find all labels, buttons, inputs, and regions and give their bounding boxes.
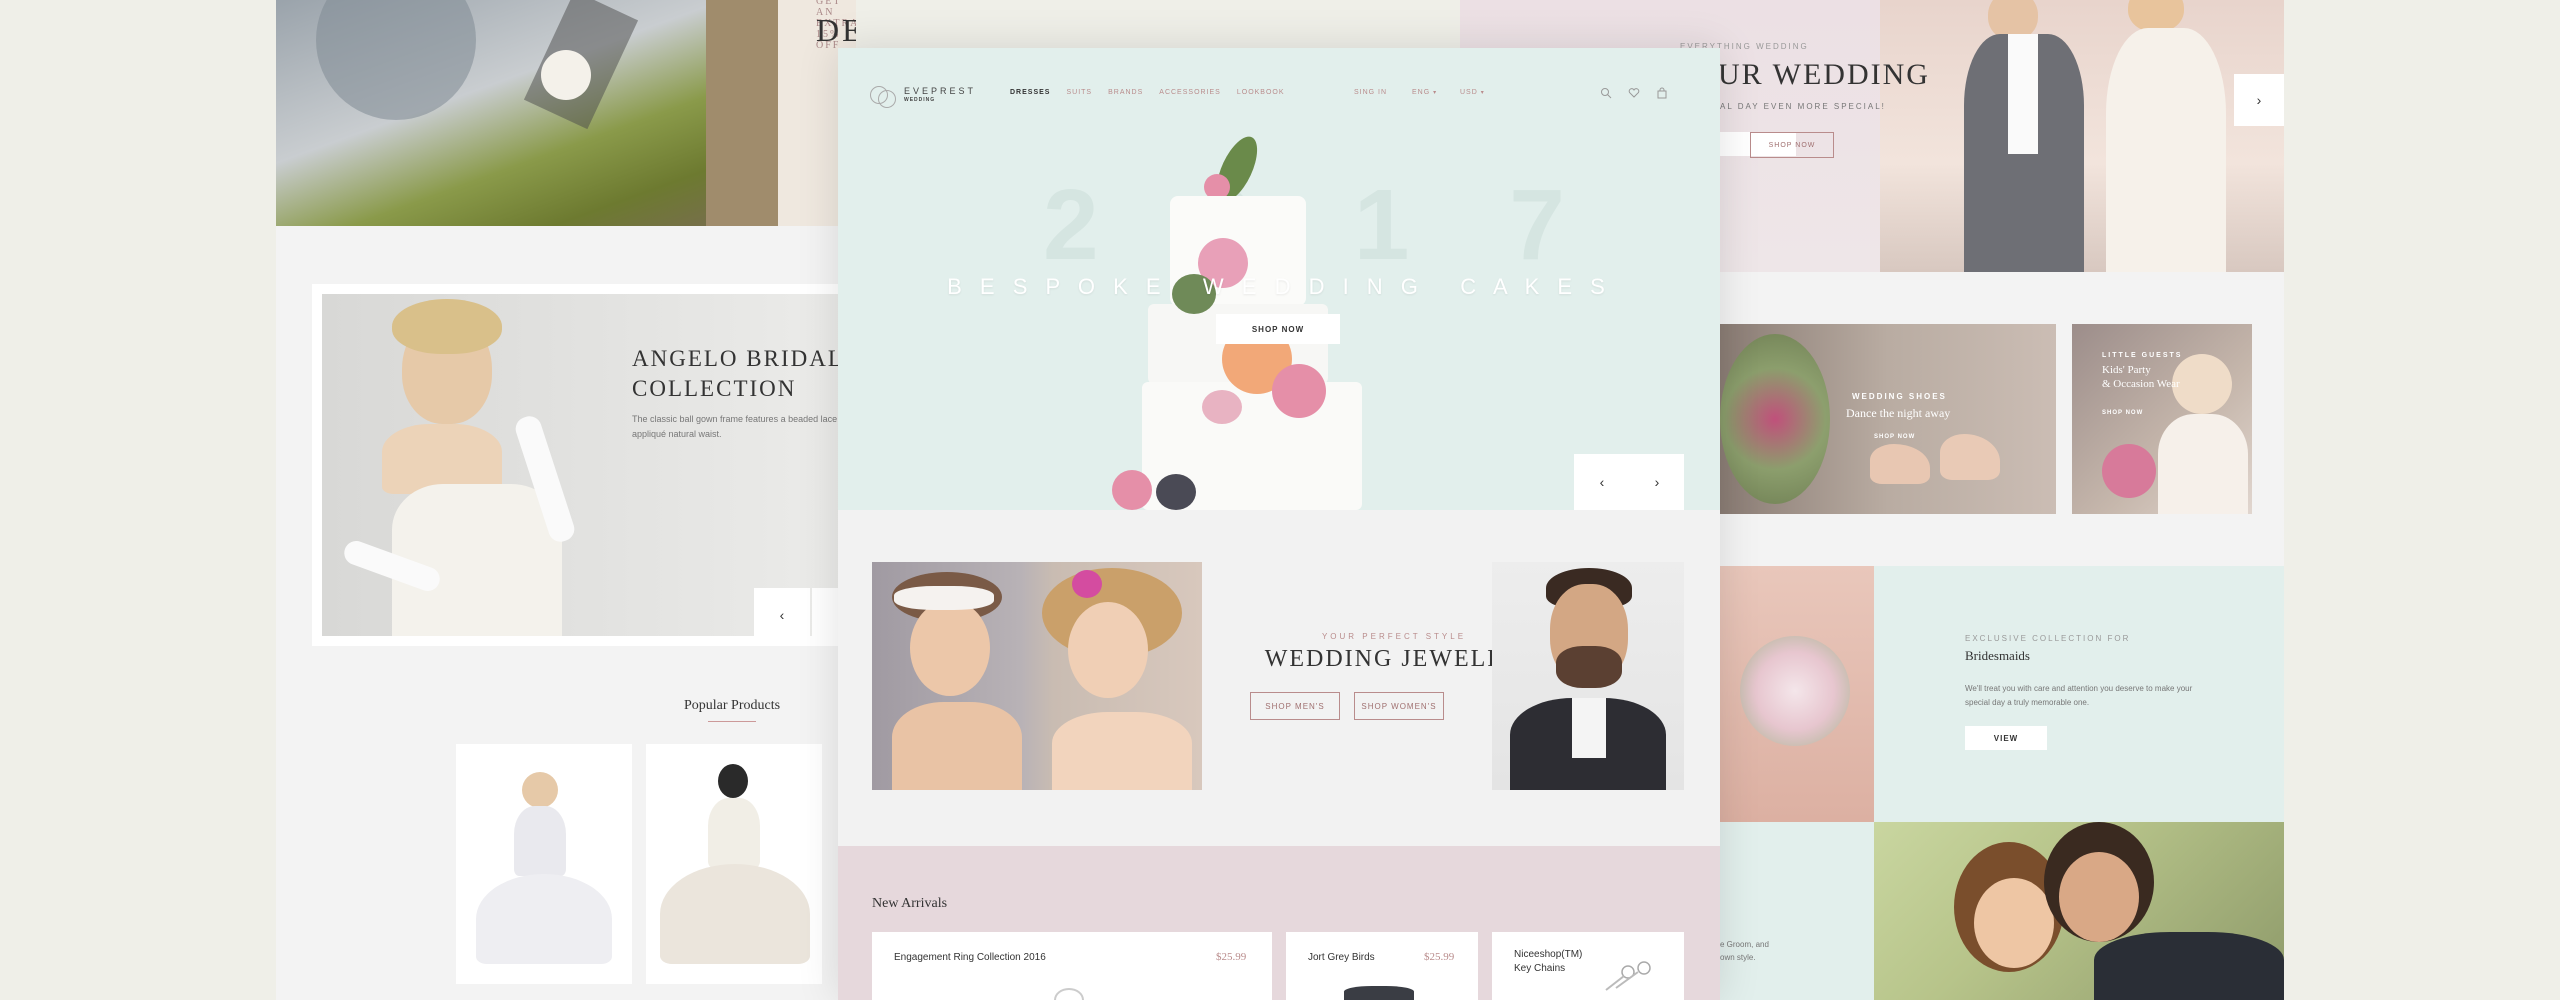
shoes-kicker: WEDDING SHOES: [1852, 392, 1947, 401]
nav-suits[interactable]: SUITS: [1066, 89, 1092, 96]
popular-products-heading: Popular Products: [684, 698, 781, 713]
chevron-left-icon: ‹: [779, 607, 785, 623]
brides-jewelry-photo: [872, 562, 1202, 790]
groom-portrait-photo: [1492, 562, 1684, 790]
product-card[interactable]: Engagement Ring Collection 2016 $25.99: [872, 932, 1272, 1000]
shoes-title: Dance the night away: [1846, 406, 1951, 420]
product-card[interactable]: Niceeshop(TM) Key Chains: [1492, 932, 1684, 1000]
wedding-cake-image: [1112, 114, 1428, 510]
sign-in-link[interactable]: SING IN: [1354, 89, 1387, 96]
chevron-right-icon: ›: [1654, 474, 1660, 490]
right-hero-shop-now-button[interactable]: SHOP NOW: [1750, 132, 1834, 158]
language-select[interactable]: ENG ▾: [1412, 89, 1437, 96]
groom-panel: [1720, 822, 1874, 1000]
nav-accessories[interactable]: ACCESSORIES: [1159, 89, 1221, 96]
currency-value: USD: [1460, 89, 1478, 96]
product-name: Jort Grey Birds: [1308, 952, 1375, 963]
guests-title-line2: & Occasion Wear: [2102, 378, 2180, 390]
new-arrivals-heading: New Arrivals: [872, 896, 948, 911]
guests-title-line1: Kids' Party: [2102, 364, 2151, 376]
wishlist-heart-icon[interactable]: [1628, 86, 1640, 98]
kissing-couple-photo: [1874, 822, 2284, 1000]
couple-photo: [1880, 0, 2284, 272]
groom-text-line2: own style.: [1720, 953, 1756, 962]
little-guests-tile[interactable]: LITTLE GUESTS Kids' Party & Occasion Wea…: [2072, 324, 2252, 514]
center-page: EVEPREST WEDDING DRESSES SUITS BRANDS AC…: [838, 48, 1720, 1000]
bridesmaid-photo: [1720, 566, 1874, 822]
hero-title: B E S P O K E W E D D I N G C A K E S: [947, 274, 1611, 299]
ring-icon: [1054, 988, 1084, 1000]
logo-sub: WEDDING: [904, 97, 936, 103]
left-page: GET AN EXTRA 15% OFF DECORATIONS ANGELO …: [276, 0, 856, 1000]
nav-dresses[interactable]: DRESSES: [1010, 89, 1050, 96]
bridesmaids-text: We'll treat you with care and attention …: [1965, 684, 2193, 707]
bridal-description: The classic ball gown frame features a b…: [632, 414, 838, 439]
hero-next-button[interactable]: ›: [1630, 454, 1684, 510]
chevron-right-icon: ›: [2256, 92, 2262, 108]
right-hero-next-button[interactable]: ›: [2234, 74, 2284, 126]
product-card[interactable]: [456, 744, 632, 984]
currency-select[interactable]: USD ▾: [1460, 89, 1485, 96]
bridesmaids-kicker: EXCLUSIVE COLLECTION FOR: [1965, 634, 2131, 643]
guests-kicker: LITTLE GUESTS: [2102, 352, 2183, 359]
bridal-title-line1: ANGELO BRIDAL: [632, 346, 844, 371]
hero-shop-now-button[interactable]: SHOP NOW: [1216, 314, 1340, 344]
search-icon[interactable]: [1600, 86, 1612, 99]
table-setting-photo: [276, 0, 778, 226]
product-price: $25.99: [1216, 951, 1247, 963]
shoes-cta[interactable]: SHOP NOW: [1874, 434, 1915, 440]
suit-icon: [1344, 986, 1414, 1000]
logo-name: EVEPREST: [904, 86, 977, 96]
product-price: $25.99: [1424, 951, 1455, 963]
right-hero-subtitle: AL DAY EVEN MORE SPECIAL!: [1720, 102, 1886, 111]
bridal-title-line2: COLLECTION: [632, 376, 797, 401]
shop-mens-button[interactable]: SHOP MEN'S: [1250, 692, 1340, 720]
right-hero-title: UR WEDDING: [1718, 58, 1930, 91]
groom-text-line1: e Groom, and: [1720, 940, 1769, 949]
chevron-down-icon: ▾: [1480, 90, 1485, 96]
product-name: Engagement Ring Collection 2016: [894, 952, 1046, 963]
language-value: ENG: [1412, 89, 1431, 96]
nav-lookbook[interactable]: LOOKBOOK: [1237, 89, 1285, 96]
shop-womens-button[interactable]: SHOP WOMEN'S: [1354, 692, 1444, 720]
bridesmaids-view-button[interactable]: VIEW: [1965, 726, 2047, 750]
bridesmaids-title: Bridesmaids: [1965, 648, 2030, 663]
nav-brands[interactable]: BRANDS: [1108, 89, 1143, 96]
product-card[interactable]: [646, 744, 822, 984]
key-chain-icon: [1598, 958, 1658, 994]
product-name: Niceeshop(TM) Key Chains: [1514, 949, 1583, 974]
guests-cta[interactable]: SHOP NOW: [2102, 410, 2143, 416]
logo[interactable]: EVEPREST WEDDING: [870, 82, 990, 108]
decorations-title: DECORATIONS: [816, 12, 856, 48]
product-card[interactable]: Jort Grey Birds $25.99: [1286, 932, 1478, 1000]
chevron-down-icon: ▾: [1433, 90, 1438, 96]
cart-bag-icon[interactable]: [1656, 86, 1668, 99]
chevron-left-icon: ‹: [1599, 474, 1605, 490]
main-nav: DRESSES SUITS BRANDS ACCESSORIES LOOKBOO…: [1010, 89, 1285, 96]
wedding-shoes-tile[interactable]: WEDDING SHOES Dance the night away SHOP …: [1720, 324, 2056, 514]
bridal-prev-button[interactable]: ‹: [754, 588, 810, 642]
hero-prev-button[interactable]: ‹: [1574, 454, 1631, 510]
